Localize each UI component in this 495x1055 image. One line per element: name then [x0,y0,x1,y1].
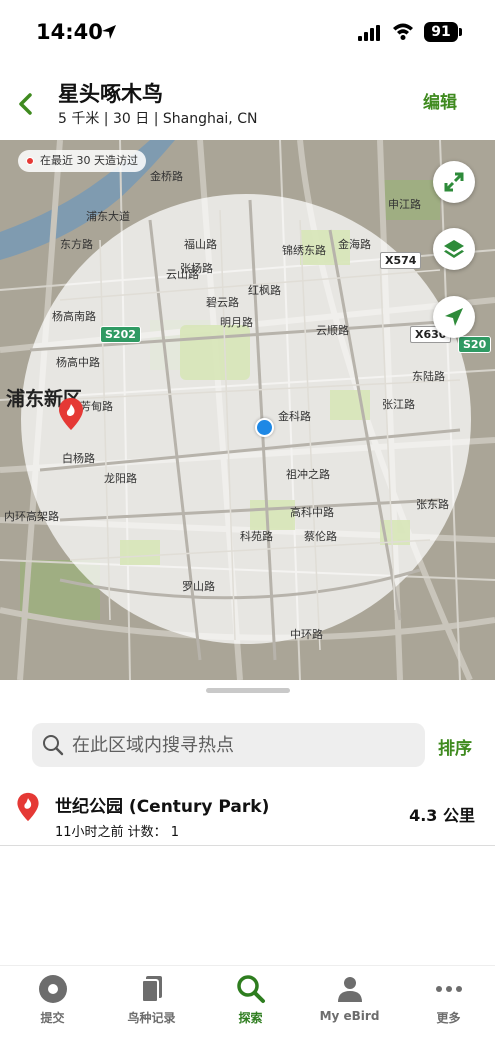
street-label: 蔡伦路 [304,530,337,543]
hotspot-row[interactable]: 世纪公园 (Century Park) 11小时之前 计数： 1 4.3 公里 [0,780,495,846]
hotspot-meta: 11小时之前 计数： 1 [55,825,180,840]
hotspot-search-input[interactable] [72,723,412,767]
tab-species-list[interactable]: 鸟种记录 [102,974,201,1044]
expand-icon [444,172,464,192]
more-icon [435,986,462,992]
street-label: 红枫路 [248,284,281,297]
street-label: 云山路 [166,268,199,281]
results-sheet: 排序 世纪公园 (Century Park) 11小时之前 计数： 1 4.3 … [0,680,495,970]
search-box[interactable] [32,723,425,767]
street-label: 张东路 [416,498,449,511]
street-label: 明月路 [220,316,253,329]
tab-bar: 提交 鸟种记录 探索 My eBird 更多 [0,965,495,1055]
tab-label: 探索 [238,1011,263,1025]
street-label: 碧云路 [206,296,239,309]
street-label: 杨高中路 [56,356,100,369]
street-label: 云顺路 [316,324,349,337]
expand-map-button[interactable] [433,161,475,203]
back-chevron-icon[interactable] [10,88,42,120]
page-subtitle: 5 千米 | 30 日 | Shanghai, CN [58,111,258,127]
hotspot-distance: 4.3 公里 [409,806,475,825]
street-label: 张江路 [382,398,415,411]
street-label: 金科路 [278,410,311,423]
search-icon [43,735,64,756]
recent-visits-chip: 在最近 30 天造访过 [18,150,146,172]
street-label: 锦绣东路 [282,244,326,257]
street-label: 罗山路 [182,580,215,593]
hotspot-pin-icon [17,792,39,822]
tab-submit[interactable]: 提交 [3,974,102,1044]
tab-label: 提交 [40,1011,65,1025]
status-time: 14:40 [36,20,103,44]
highway-badge: S202 [100,326,141,343]
street-label: 申江路 [388,198,421,211]
street-label: 中环路 [290,628,323,641]
wifi-icon [393,23,413,40]
street-label: 白杨路 [62,452,95,465]
hotspot-pin-icon[interactable] [58,397,84,431]
tab-explore[interactable]: 探索 [201,974,300,1044]
status-bar: 14:40 91 [0,0,495,66]
street-label: 龙阳路 [104,472,137,485]
locate-icon [445,308,463,326]
layers-icon [444,240,464,258]
street-label: 科苑路 [240,530,273,543]
battery-indicator: 91 [424,22,458,42]
recent-visits-label: 在最近 30 天造访过 [40,154,138,167]
hotspot-name: 世纪公园 (Century Park) [55,797,270,817]
species-list-icon [140,976,162,1003]
page-title: 星头啄木鸟 [58,82,163,106]
highway-badge: S20 [458,336,492,353]
location-arrow-icon [102,25,116,39]
street-label: 祖冲之路 [286,468,330,481]
sheet-grabber[interactable] [206,688,290,693]
tab-label: My eBird [319,1009,380,1023]
tab-label: 更多 [436,1011,461,1025]
street-label: 杨高南路 [52,310,96,323]
submit-icon [38,975,67,1003]
street-label: 东陆路 [412,370,445,383]
street-label: 内环高架路 [4,510,59,523]
person-icon [337,977,362,1002]
street-label: 浦东大道 [86,210,130,223]
signal-icon [358,25,380,41]
street-label: 金海路 [338,238,371,251]
street-label: 金桥路 [150,170,183,183]
map-layers-button[interactable] [433,228,475,270]
search-icon [236,975,265,1003]
street-label: 福山路 [184,238,217,251]
locate-me-button[interactable] [433,296,475,338]
street-label: 高科中路 [290,506,334,519]
sort-button[interactable]: 排序 [438,734,472,759]
tab-my-ebird[interactable]: My eBird [300,974,399,1044]
user-location-dot [255,418,274,437]
tab-more[interactable]: 更多 [399,974,495,1044]
road-badge: X574 [380,252,422,269]
street-label: 芳甸路 [80,400,113,413]
header: 星头啄木鸟 5 千米 | 30 日 | Shanghai, CN 编辑 [0,66,495,140]
street-label: 东方路 [60,238,93,251]
recent-dot-icon [26,157,34,165]
tab-label: 鸟种记录 [127,1011,176,1025]
map-view[interactable]: 在最近 30 天造访过 浦东新区 杨高南路 杨高中路 浦东大道 东方路 张杨路 … [0,140,495,680]
battery-cap [459,28,462,36]
edit-button[interactable]: 编辑 [423,88,457,113]
